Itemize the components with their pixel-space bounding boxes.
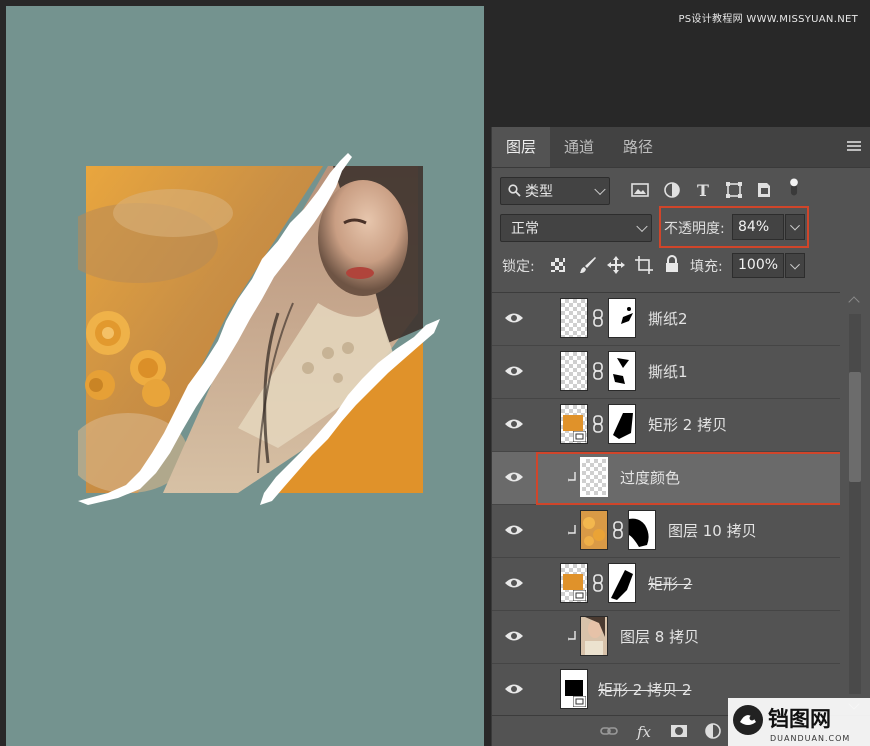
- smart-object-badge-icon: [573, 431, 586, 442]
- adjustment-layer-filter-icon[interactable]: [662, 180, 682, 200]
- scroll-up-icon[interactable]: [848, 296, 860, 308]
- layer-thumbnail[interactable]: [560, 669, 588, 709]
- eye-icon[interactable]: [504, 682, 524, 696]
- layer-mask-thumbnail[interactable]: [608, 563, 636, 603]
- svg-text:fx: fx: [636, 723, 652, 740]
- fill-slider-button[interactable]: [785, 253, 805, 278]
- layer-thumbnail[interactable]: [580, 510, 608, 550]
- new-adjustment-layer-icon[interactable]: [704, 722, 722, 740]
- eye-icon[interactable]: [504, 523, 524, 537]
- layer-name[interactable]: 撕纸1: [648, 361, 688, 382]
- eye-icon[interactable]: [504, 629, 524, 643]
- clipping-mask-arrow-icon: [568, 525, 576, 535]
- layer-name[interactable]: 撕纸2: [648, 308, 688, 329]
- chevron-down-icon: [636, 220, 648, 233]
- layer-list[interactable]: 撕纸2 撕纸1 矩形 2 拷贝 过度颜色 图层 10 拷贝 矩形 2 图层 8 …: [492, 292, 840, 718]
- layer-thumbnail[interactable]: [560, 298, 588, 338]
- layer-thumbnail[interactable]: [560, 563, 588, 603]
- layer-mask-thumbnail[interactable]: [608, 298, 636, 338]
- eye-icon[interactable]: [504, 364, 524, 378]
- smart-object-filter-icon[interactable]: [754, 180, 774, 200]
- clipping-mask-arrow-icon: [568, 631, 576, 641]
- chevron-down-icon: [594, 183, 606, 196]
- svg-text:T: T: [697, 181, 709, 200]
- logo-sub-text: DUANDUAN.COM: [770, 734, 850, 743]
- filter-kind-label: 类型: [525, 184, 553, 200]
- layer-name[interactable]: 图层 10 拷贝: [668, 520, 757, 541]
- layer-row[interactable]: 矩形 2: [492, 558, 840, 611]
- fill-input[interactable]: 100%: [732, 253, 784, 278]
- layers-panel: 图层 通道 路径 类型 T 正常 不透明度: 84% 锁定: 填充: 100% …: [491, 127, 870, 746]
- opacity-input[interactable]: 84%: [732, 214, 784, 240]
- search-icon: [508, 184, 521, 197]
- link-chain-icon[interactable]: [592, 362, 604, 380]
- layer-thumbnail[interactable]: [560, 404, 588, 444]
- lock-all-icon[interactable]: [662, 254, 682, 274]
- layer-name[interactable]: 矩形 2: [648, 573, 692, 594]
- type-layer-filter-icon[interactable]: T: [694, 180, 714, 200]
- panel-menu-icon[interactable]: [847, 139, 861, 153]
- opacity-slider-button[interactable]: [785, 214, 805, 240]
- scroll-track[interactable]: [849, 314, 861, 694]
- link-chain-icon[interactable]: [592, 574, 604, 592]
- shape-layer-filter-icon[interactable]: [724, 180, 744, 200]
- blend-mode-value: 正常: [511, 221, 539, 237]
- canvas-area[interactable]: [0, 0, 490, 746]
- scroll-thumb[interactable]: [849, 372, 861, 482]
- chevron-down-icon: [790, 259, 800, 270]
- lock-position-move-icon[interactable]: [606, 255, 626, 275]
- pixel-layer-filter-icon[interactable]: [630, 180, 650, 200]
- eye-icon[interactable]: [504, 417, 524, 431]
- layer-list-scrollbar[interactable]: [841, 292, 870, 717]
- layer-row[interactable]: 撕纸2: [492, 293, 840, 346]
- panel-tabbar: 图层 通道 路径: [492, 127, 870, 168]
- link-chain-icon[interactable]: [612, 521, 624, 539]
- chevron-down-icon: [790, 220, 800, 231]
- layer-name[interactable]: 过度颜色: [620, 467, 680, 488]
- fill-label: 填充:: [690, 259, 723, 275]
- site-logo: 铛图网 DUANDUAN.COM: [728, 698, 870, 746]
- layer-thumbnail[interactable]: [580, 616, 608, 656]
- blend-mode-dropdown[interactable]: 正常: [500, 214, 652, 242]
- layer-row[interactable]: 撕纸1: [492, 346, 840, 399]
- lock-image-pixels-brush-icon[interactable]: [578, 255, 598, 275]
- layer-row[interactable]: 矩形 2 拷贝: [492, 399, 840, 452]
- lock-label: 锁定:: [502, 259, 535, 275]
- tab-layers[interactable]: 图层: [492, 127, 551, 167]
- eye-icon[interactable]: [504, 576, 524, 590]
- filter-kind-dropdown[interactable]: 类型: [500, 177, 610, 205]
- opacity-label: 不透明度:: [664, 221, 725, 237]
- layer-row[interactable]: 图层 10 拷贝: [492, 505, 840, 558]
- smart-object-badge-icon: [573, 696, 586, 707]
- lock-transparent-pixels-icon[interactable]: [548, 255, 568, 275]
- link-layers-icon[interactable]: [600, 722, 618, 740]
- tab-channels[interactable]: 通道: [550, 127, 608, 167]
- layer-row-selected[interactable]: 过度颜色: [492, 452, 840, 505]
- smart-object-badge-icon: [573, 590, 586, 601]
- layer-thumbnail[interactable]: [560, 351, 588, 391]
- document-canvas[interactable]: [6, 6, 484, 746]
- layer-row[interactable]: 图层 8 拷贝: [492, 611, 840, 664]
- link-chain-icon[interactable]: [592, 309, 604, 327]
- artwork-torn-paper-collage: [78, 153, 440, 505]
- add-mask-icon[interactable]: [670, 722, 688, 740]
- filter-toggle-icon[interactable]: [784, 177, 804, 197]
- lock-artboard-icon[interactable]: [634, 255, 654, 275]
- layer-name[interactable]: 图层 8 拷贝: [620, 626, 699, 647]
- watermark-text: PS设计教程网 WWW.MISSYUAN.NET: [678, 14, 858, 25]
- eye-icon[interactable]: [504, 311, 524, 325]
- layer-mask-thumbnail[interactable]: [608, 404, 636, 444]
- layer-thumbnail[interactable]: [580, 457, 608, 497]
- layer-mask-thumbnail[interactable]: [608, 351, 636, 391]
- link-chain-icon[interactable]: [592, 415, 604, 433]
- logo-main-text: 铛图网: [768, 707, 831, 731]
- layer-mask-thumbnail[interactable]: [628, 510, 656, 550]
- layer-name[interactable]: 矩形 2 拷贝: [648, 414, 727, 435]
- clipping-mask-arrow-icon: [568, 472, 576, 482]
- layer-style-fx-icon[interactable]: fx: [636, 722, 654, 740]
- tab-paths[interactable]: 路径: [609, 127, 667, 167]
- eye-icon[interactable]: [504, 470, 524, 484]
- layer-name[interactable]: 矩形 2 拷贝 2: [598, 679, 691, 700]
